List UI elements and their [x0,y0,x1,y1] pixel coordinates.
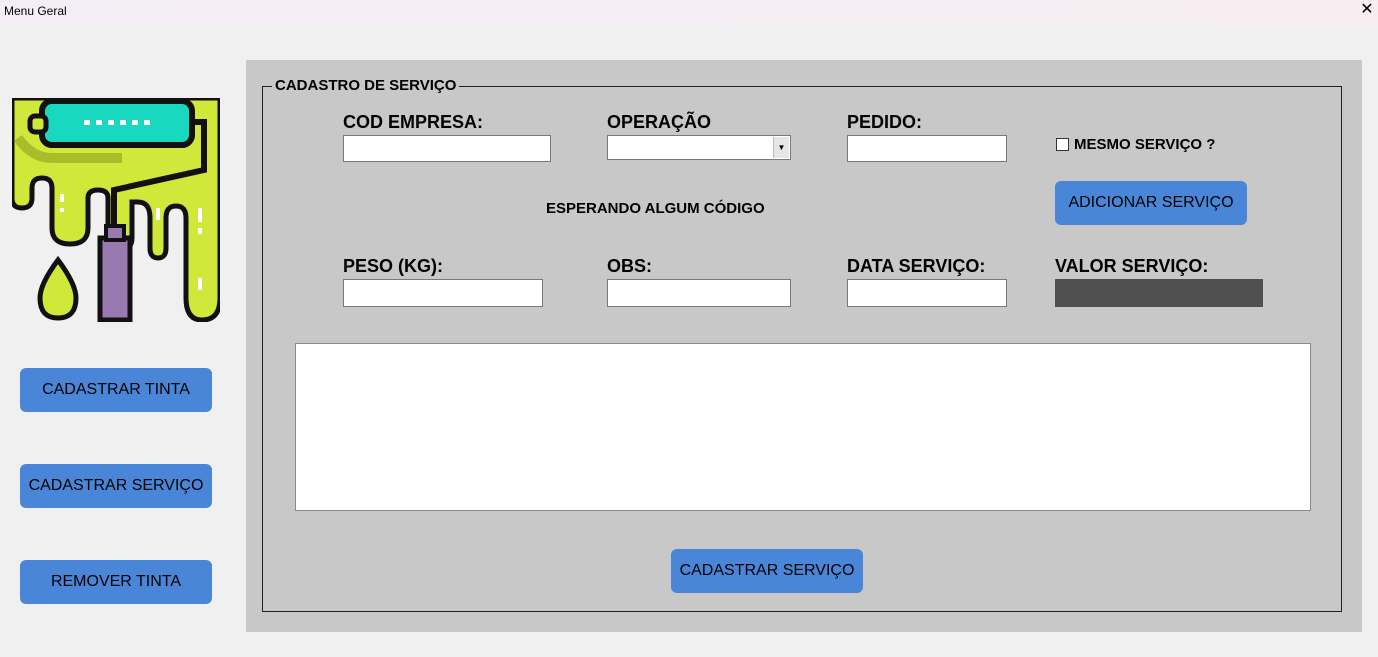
title-bar: Menu Geral ✕ [0,0,1378,24]
data-servico-label: DATA SERVIÇO: [847,256,986,276]
peso-field[interactable] [343,279,543,307]
close-icon[interactable]: ✕ [1356,0,1378,22]
cadastrar-tinta-button[interactable]: CADASTRAR TINTA [20,368,212,412]
obs-label: OBS: [607,256,652,276]
group-title: CADASTRO DE SERVIÇO [272,77,460,94]
peso-label: PESO (KG): [343,256,444,276]
adicionar-servico-button[interactable]: ADICIONAR SERVIÇO [1055,181,1247,225]
cadastrar-servico-button[interactable]: CADASTRAR SERVIÇO [671,549,863,593]
mesmo-servico-label: MESMO SERVIÇO ? [1074,136,1216,153]
remover-tinta-button[interactable]: REMOVER TINTA [20,560,212,604]
checkbox-box[interactable] [1056,138,1069,151]
operacao-label: OPERAÇÃO [607,112,712,132]
valor-servico-label: VALOR SERVIÇO: [1055,256,1209,276]
cod-empresa-field[interactable] [343,135,551,162]
valor-servico-display [1055,279,1263,307]
cod-empresa-label: COD EMPRESA: [343,112,484,132]
operacao-select[interactable]: ▼ [607,135,791,160]
status-text: ESPERANDO ALGUM CÓDIGO [546,200,765,217]
pedido-field[interactable] [847,135,1007,162]
window-title: Menu Geral [4,4,67,18]
paint-roller-icon [12,98,220,322]
obs-field[interactable] [607,279,791,307]
servicos-list[interactable] [295,343,1311,511]
mesmo-servico-checkbox[interactable]: MESMO SERVIÇO ? [1056,136,1215,153]
cadastrar-servico-nav-button[interactable]: CADASTRAR SERVIÇO [20,464,212,508]
pedido-label: PEDIDO: [847,112,923,132]
data-servico-field[interactable] [847,279,1007,307]
chevron-down-icon[interactable]: ▼ [773,137,789,158]
